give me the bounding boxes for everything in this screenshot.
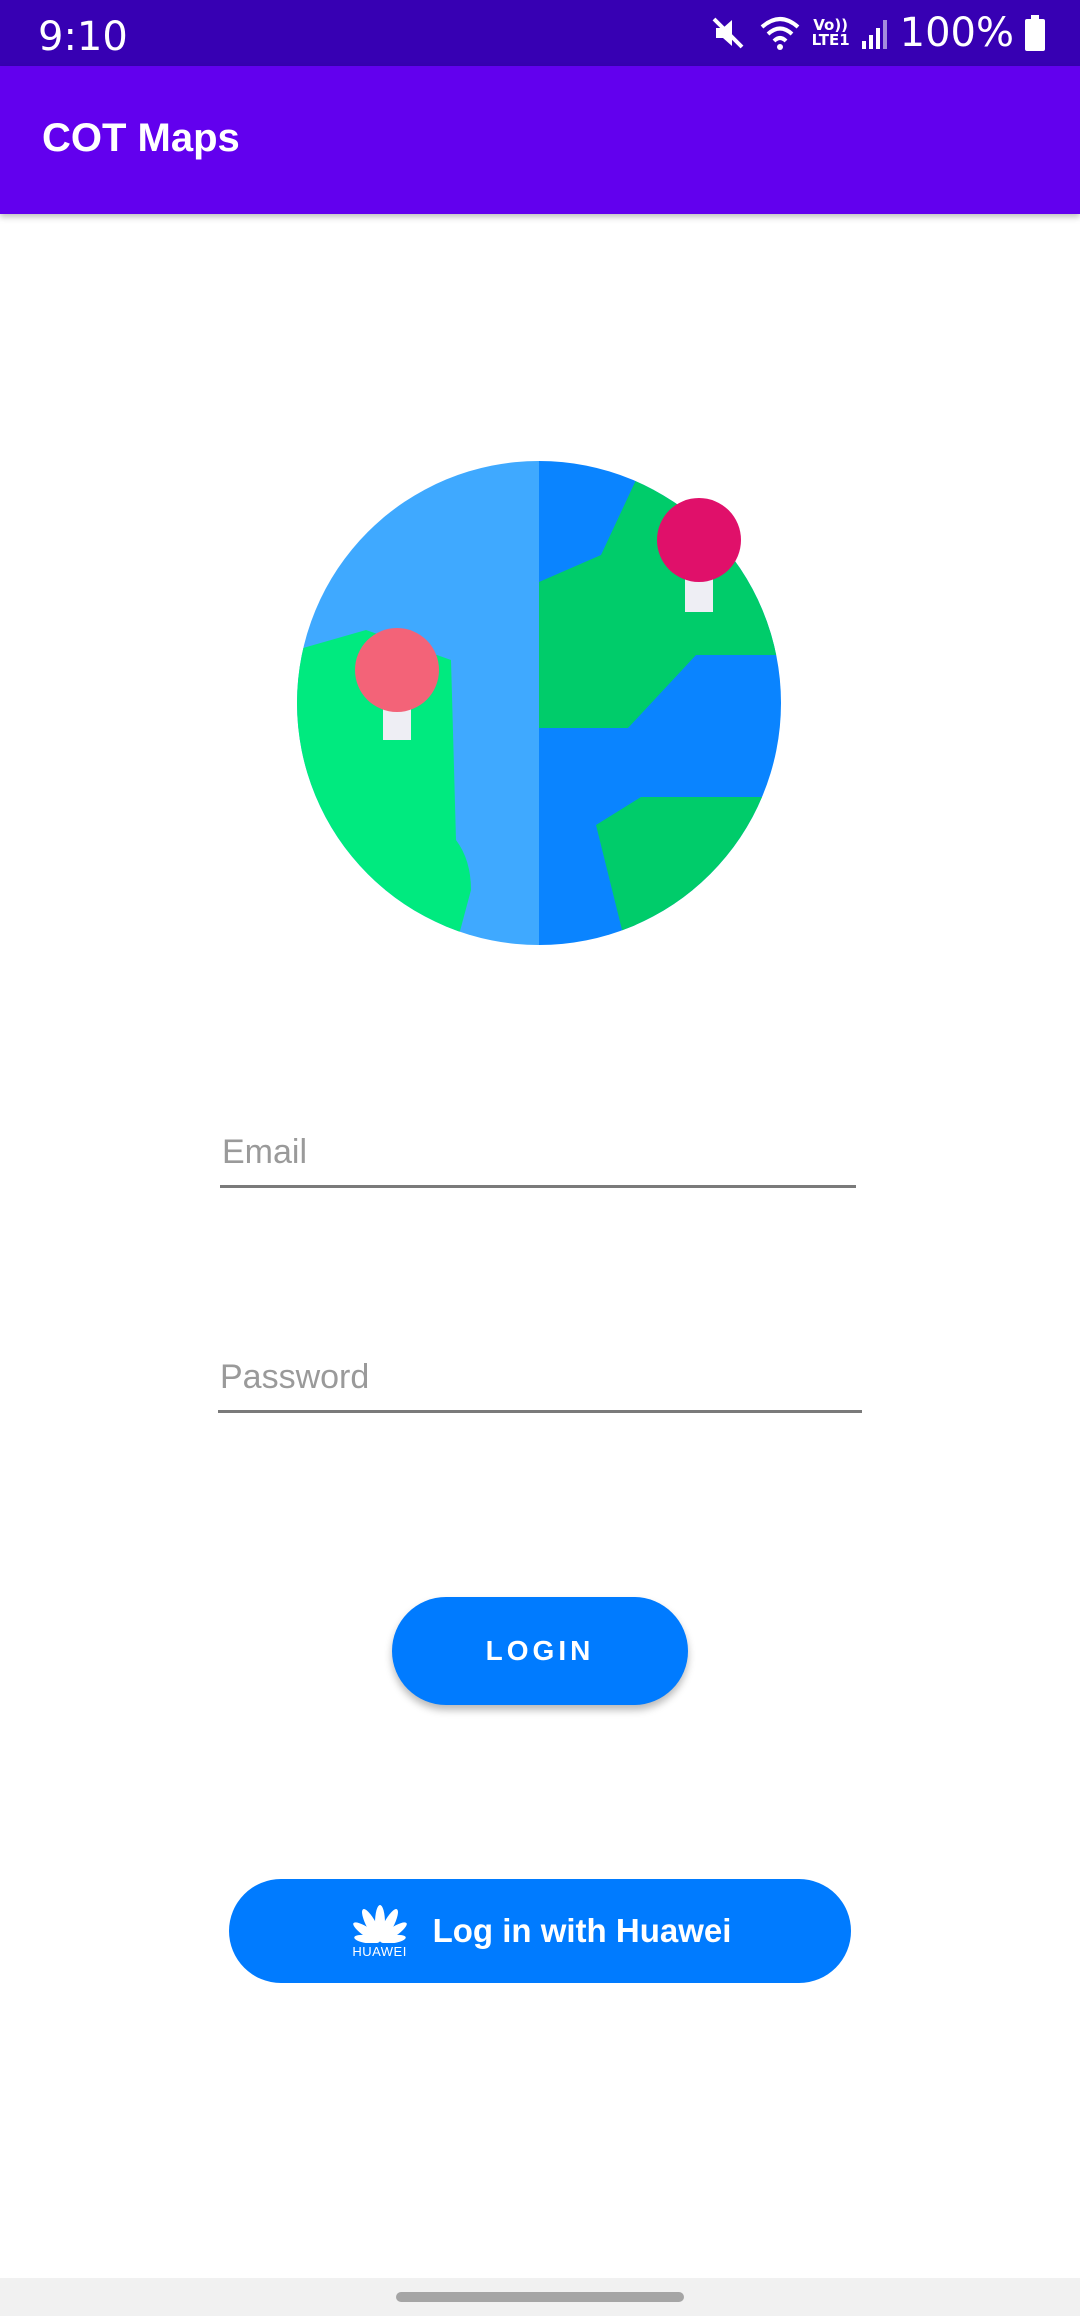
login-button-label: LOGIN	[485, 1635, 595, 1666]
home-gesture-handle[interactable]	[396, 2292, 684, 2302]
globe-illustration	[296, 460, 782, 946]
status-time: 9:10	[38, 14, 128, 60]
volte-text-bottom: LTE1	[811, 31, 850, 49]
battery-icon	[1025, 15, 1045, 51]
battery-percent: 100%	[899, 10, 1014, 56]
globe-map-pins-icon	[297, 461, 781, 945]
pin-head-right	[657, 498, 741, 582]
wifi-icon	[760, 17, 799, 50]
email-field[interactable]	[220, 1120, 856, 1188]
password-input[interactable]	[218, 1345, 862, 1410]
login-button[interactable]: LOGIN	[392, 1597, 688, 1705]
huawei-logo-icon: HUAWEI	[349, 1903, 411, 1959]
huawei-logo-text: HUAWEI	[352, 1944, 407, 1959]
globe-land-right-bottom	[596, 797, 781, 945]
app-bar: COT Maps	[0, 66, 1080, 214]
password-field[interactable]	[218, 1345, 862, 1413]
status-bar: 9:10 Vo)) LTE1 100%	[0, 0, 1080, 66]
navigation-bar	[0, 2278, 1080, 2316]
email-input[interactable]	[220, 1120, 856, 1185]
app-title: COT Maps	[42, 116, 240, 160]
pin-head-left	[355, 628, 439, 712]
huawei-login-button[interactable]: HUAWEI Log in with Huawei	[229, 1879, 851, 1983]
status-icons: Vo)) LTE1 100%	[708, 10, 1046, 56]
mute-icon	[712, 17, 744, 49]
huawei-petals-icon	[352, 1905, 407, 1943]
huawei-button-label: Log in with Huawei	[432, 1912, 732, 1949]
volte-icon: Vo)) LTE1	[812, 18, 850, 48]
signal-icon	[861, 20, 887, 49]
